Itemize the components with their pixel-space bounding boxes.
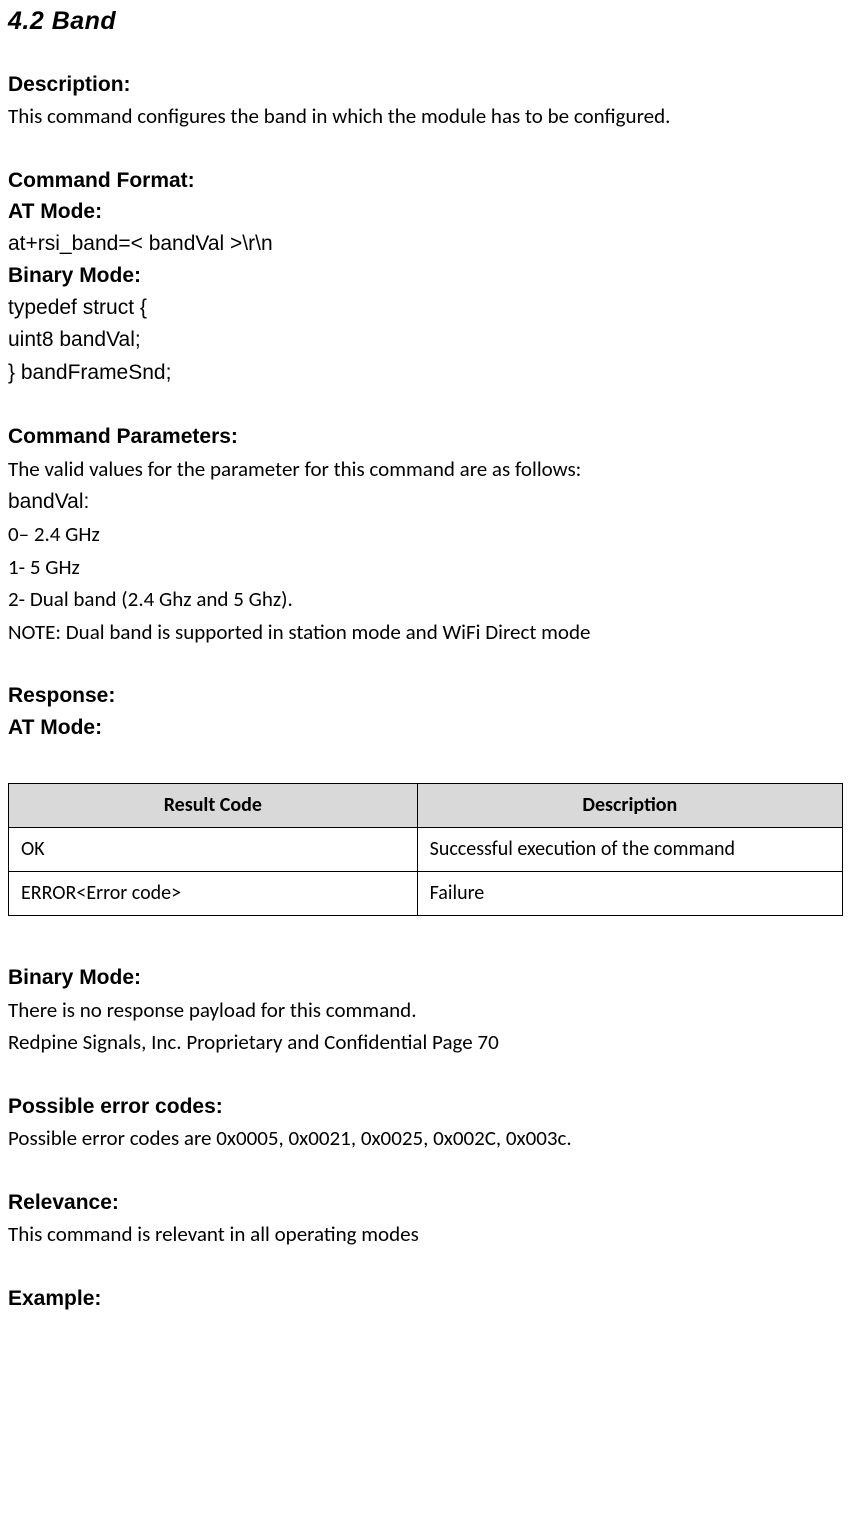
response-block: Response: AT Mode: bbox=[8, 680, 843, 743]
table-cell-result: ERROR<Error code> bbox=[9, 872, 418, 916]
relevance-block: Relevance: This command is relevant in a… bbox=[8, 1187, 843, 1251]
table-row: OK Successful execution of the command bbox=[9, 828, 843, 872]
example-block: Example: bbox=[8, 1283, 843, 1315]
binary-code-line: } bandFrameSnd; bbox=[8, 357, 843, 390]
param-value: 0– 2.4 GHz bbox=[8, 518, 843, 551]
description-heading: Description: bbox=[8, 69, 843, 101]
error-codes-block: Possible error codes: Possible error cod… bbox=[8, 1091, 843, 1155]
at-mode-label: AT Mode: bbox=[8, 196, 843, 228]
param-value: 2- Dual band (2.4 Ghz and 5 Ghz). bbox=[8, 583, 843, 616]
param-note: NOTE: Dual band is supported in station … bbox=[8, 616, 843, 649]
page-footer-note: Redpine Signals, Inc. Proprietary and Co… bbox=[8, 1026, 843, 1059]
response-table: Result Code Description OK Successful ex… bbox=[8, 783, 843, 916]
example-heading: Example: bbox=[8, 1283, 843, 1315]
table-header-result-code: Result Code bbox=[9, 784, 418, 828]
binary-mode-label: Binary Mode: bbox=[8, 260, 843, 292]
binary-response-text: There is no response payload for this co… bbox=[8, 994, 843, 1027]
binary-code-line: typedef struct { bbox=[8, 292, 843, 325]
param-value: 1- 5 GHz bbox=[8, 551, 843, 584]
table-header-description: Description bbox=[417, 784, 842, 828]
response-binary-mode-label: Binary Mode: bbox=[8, 962, 843, 994]
document-page: 4.2 Band Description: This command confi… bbox=[0, 2, 851, 1334]
response-heading: Response: bbox=[8, 680, 843, 712]
binary-code-line: uint8 bandVal; bbox=[8, 324, 843, 357]
param-name: bandVal: bbox=[8, 486, 843, 519]
section-title: 4.2 Band bbox=[8, 2, 843, 41]
table-cell-description: Successful execution of the command bbox=[417, 828, 842, 872]
error-codes-text: Possible error codes are 0x0005, 0x0021,… bbox=[8, 1122, 843, 1155]
at-mode-command: at+rsi_band=< bandVal >\r\n bbox=[8, 228, 843, 261]
relevance-heading: Relevance: bbox=[8, 1187, 843, 1219]
binary-response-block: Binary Mode: There is no response payloa… bbox=[8, 962, 843, 1059]
relevance-text: This command is relevant in all operatin… bbox=[8, 1218, 843, 1251]
command-format-heading: Command Format: bbox=[8, 165, 843, 197]
command-parameters-heading: Command Parameters: bbox=[8, 421, 843, 453]
table-cell-result: OK bbox=[9, 828, 418, 872]
table-cell-description: Failure bbox=[417, 872, 842, 916]
parameters-intro: The valid values for the parameter for t… bbox=[8, 453, 843, 486]
description-block: Description: This command configures the… bbox=[8, 69, 843, 133]
response-at-mode-label: AT Mode: bbox=[8, 712, 843, 744]
command-format-block: Command Format: AT Mode: at+rsi_band=< b… bbox=[8, 165, 843, 390]
error-codes-heading: Possible error codes: bbox=[8, 1091, 843, 1123]
description-text: This command configures the band in whic… bbox=[8, 100, 843, 133]
table-header-row: Result Code Description bbox=[9, 784, 843, 828]
command-parameters-block: Command Parameters: The valid values for… bbox=[8, 421, 843, 648]
table-row: ERROR<Error code> Failure bbox=[9, 872, 843, 916]
